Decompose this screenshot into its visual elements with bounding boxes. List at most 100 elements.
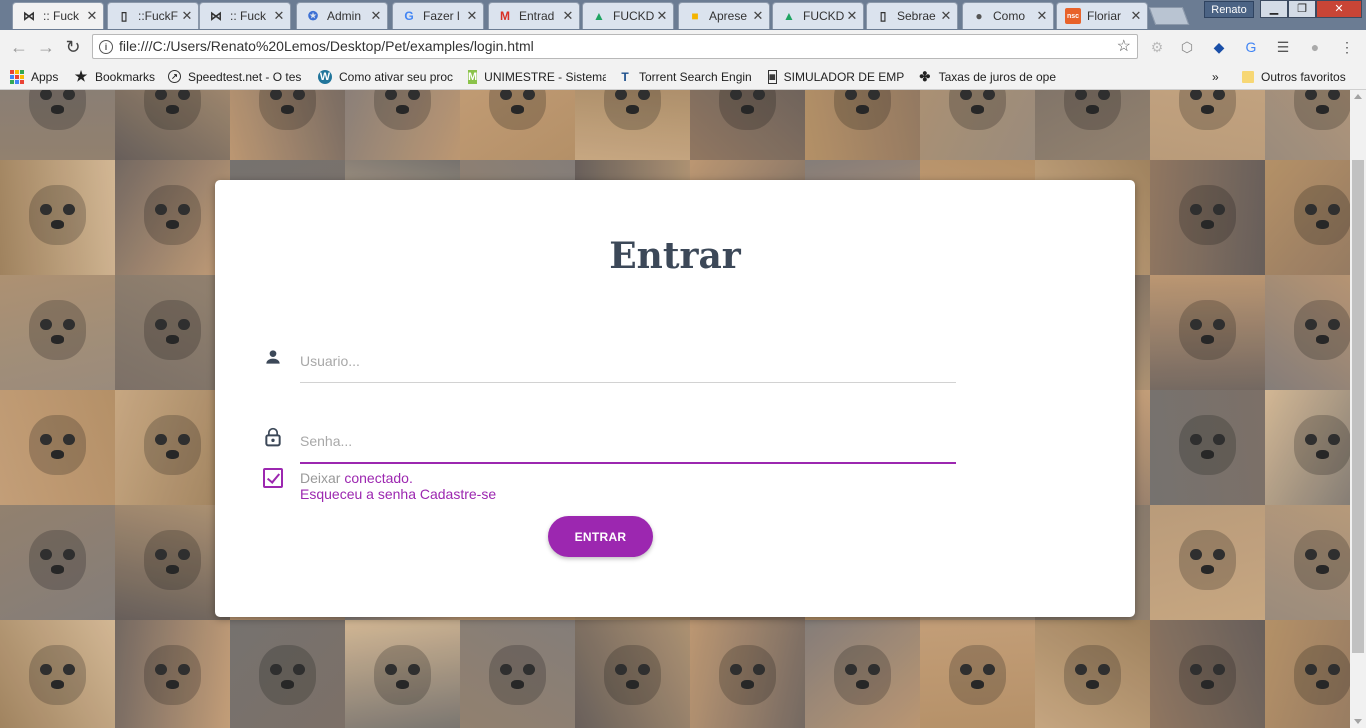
info-icon[interactable]: i	[99, 40, 113, 54]
bookmark-label: Torrent Search Engin	[639, 69, 752, 84]
browser-tab[interactable]: ▯ ::FuckF ✕	[107, 2, 199, 29]
extension-icon[interactable]: ⚙	[1148, 38, 1166, 56]
list-settings-icon[interactable]: ☰	[1274, 38, 1292, 56]
dog-photo-tile	[1265, 390, 1350, 505]
dog-photo-tile	[1150, 90, 1265, 160]
bookmark-unimestre[interactable]: M UNIMESTRE - Sistema	[468, 68, 606, 85]
reload-icon[interactable]: ↻	[62, 36, 84, 58]
dog-photo-tile	[115, 90, 230, 160]
signup-link[interactable]: Cadastre-se	[420, 486, 496, 502]
close-tab-icon[interactable]: ✕	[845, 8, 859, 24]
login-submit-button[interactable]: ENTRAR	[548, 516, 653, 557]
close-tab-icon[interactable]: ✕	[655, 8, 669, 24]
dog-photo-tile	[460, 620, 575, 728]
bookmark-label: Taxas de juros de ope	[938, 69, 1056, 84]
scroll-up-arrow-icon[interactable]	[1354, 94, 1362, 99]
browser-tab[interactable]: ■ Aprese ✕	[678, 2, 770, 29]
new-tab-button[interactable]	[1148, 7, 1190, 25]
scrollbar-thumb[interactable]	[1352, 160, 1364, 653]
address-bar[interactable]: i file:///C:/Users/Renato%20Lemos/Deskto…	[92, 34, 1138, 59]
chevron-more-icon: »	[1212, 69, 1219, 84]
dog-photo-tile	[1035, 90, 1150, 160]
bookmark-label: SIMULADOR DE EMP	[783, 69, 904, 84]
apps-grid-icon	[10, 69, 24, 84]
bookmark-label: Bookmarks	[95, 69, 156, 84]
back-icon[interactable]: ←	[8, 36, 30, 58]
bc-icon: ✤	[919, 68, 931, 84]
tab-title: :: Fuck	[43, 9, 80, 23]
close-tab-icon[interactable]: ✕	[85, 8, 99, 24]
browser-tab[interactable]: G Fazer l ✕	[392, 2, 484, 29]
browser-tab[interactable]: nsc Floriar ✕	[1056, 2, 1148, 29]
tab-title: Sebrae	[897, 9, 936, 23]
remember-link[interactable]: conectado.	[344, 470, 413, 486]
bookmark-wordpress[interactable]: W Como ativar seu proc	[318, 68, 458, 85]
profile-button[interactable]: Renato	[1204, 1, 1254, 18]
forgot-password-link[interactable]: Esqueceu a senha	[300, 486, 416, 502]
browser-tab[interactable]: ▯ Sebrae ✕	[866, 2, 958, 29]
bookmark-star-icon[interactable]: ☆	[1117, 35, 1131, 58]
lock-icon	[265, 427, 281, 447]
shield-icon[interactable]: ⬡	[1178, 38, 1196, 56]
nsc-icon: nsc	[1065, 8, 1081, 24]
remember-label: Deixar	[300, 470, 341, 486]
close-tab-icon[interactable]: ✕	[939, 8, 953, 24]
browser-tab[interactable]: ✪ Admin ✕	[296, 2, 388, 29]
admin-icon: ✪	[307, 9, 319, 23]
bookmark-folder-bookmarks[interactable]: ★ Bookmarks	[74, 68, 164, 85]
browser-tab[interactable]: ▲ FUCKD ✕	[582, 2, 674, 29]
other-bookmarks-folder[interactable]: Outros favoritos	[1242, 68, 1357, 85]
close-tab-icon[interactable]: ✕	[1129, 8, 1143, 24]
close-tab-icon[interactable]: ✕	[751, 8, 765, 24]
gmail-icon: M	[500, 9, 510, 23]
browser-tab[interactable]: ⋈ :: Fuck ✕	[199, 2, 291, 29]
browser-tab[interactable]: M Entrad ✕	[488, 2, 580, 29]
dog-photo-tile	[0, 620, 115, 728]
dog-photo-tile	[805, 620, 920, 728]
bookmark-taxas[interactable]: ✤ Taxas de juros de ope	[918, 68, 1056, 85]
dog-photo-tile	[1265, 275, 1350, 390]
wordpress-icon: W	[318, 69, 332, 84]
close-tab-icon[interactable]: ✕	[272, 8, 286, 24]
close-window-icon[interactable]: ✕	[1316, 0, 1362, 18]
dog-photo-tile	[0, 390, 115, 505]
close-tab-icon[interactable]: ✕	[180, 8, 194, 24]
close-tab-icon[interactable]: ✕	[465, 8, 479, 24]
username-input[interactable]	[300, 346, 956, 376]
dog-photo-tile	[115, 620, 230, 728]
login-card: Entrar Deixar conectado.	[215, 180, 1135, 617]
browser-tab[interactable]: ⋈ :: Fuck ✕	[12, 2, 104, 29]
close-tab-icon[interactable]: ✕	[1035, 8, 1049, 24]
bookmark-label: Como ativar seu proc	[339, 69, 454, 84]
close-tab-icon[interactable]: ✕	[369, 8, 383, 24]
circle-extension-icon[interactable]: ●	[1306, 38, 1324, 56]
tab-strip: ⋈ :: Fuck ✕ ▯ ::FuckF ✕ ⋈ :: Fuck ✕ ✪ Ad…	[0, 0, 1366, 30]
google-icon: G	[404, 9, 414, 23]
bookmark-apps[interactable]: Apps	[10, 68, 70, 85]
bookmark-torrentz[interactable]: T Torrent Search Engin	[618, 68, 756, 85]
forward-icon[interactable]: →	[35, 36, 57, 58]
close-tab-icon[interactable]: ✕	[561, 8, 575, 24]
password-input[interactable]	[300, 426, 956, 456]
page-scrollbar[interactable]	[1350, 90, 1366, 728]
scroll-down-arrow-icon[interactable]	[1354, 719, 1362, 724]
remember-checkbox[interactable]	[263, 468, 283, 488]
bookmark-simulador[interactable]: ▦ SIMULADOR DE EMP	[768, 68, 904, 85]
page-icon: ▯	[120, 9, 128, 23]
graduation-cap-icon[interactable]: ◆	[1210, 38, 1228, 56]
translate-icon[interactable]: G	[1242, 38, 1260, 56]
maximize-icon[interactable]: ❐	[1288, 0, 1316, 18]
dog-photo-tile	[1035, 620, 1150, 728]
account-links: Esqueceu a senha Cadastre-se	[300, 486, 496, 502]
browser-tab[interactable]: ● Como ✕	[962, 2, 1054, 29]
remember-text: Deixar conectado.	[300, 470, 413, 486]
bookmark-speedtest[interactable]: ↗ Speedtest.net - O tes	[168, 68, 304, 85]
apple-icon: ●	[975, 9, 983, 23]
bookmarks-more-button[interactable]: »	[1212, 68, 1224, 85]
browser-tab[interactable]: ▲ FUCKD ✕	[772, 2, 864, 29]
tab-title: Entrad	[519, 9, 555, 23]
dog-photo-tile	[1265, 90, 1350, 160]
menu-kebab-icon[interactable]: ⋮	[1338, 38, 1356, 56]
folder-icon	[1242, 70, 1254, 83]
minimize-icon[interactable]: ▁	[1260, 0, 1288, 18]
